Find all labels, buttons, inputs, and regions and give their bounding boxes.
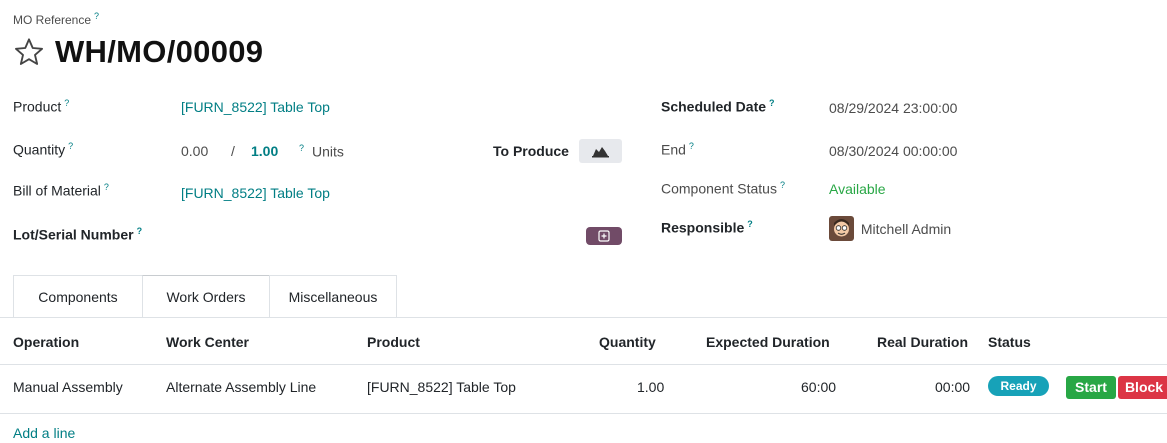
scheduled-date-field[interactable]: 08/29/2024 23:00:00 [829, 100, 957, 116]
product-field[interactable]: [FURN_8522] Table Top [181, 99, 330, 115]
component-status-value: Available [829, 181, 886, 197]
bom-field[interactable]: [FURN_8522] Table Top [181, 185, 330, 201]
column-operation[interactable]: Operation [13, 334, 79, 350]
help-icon[interactable]: ? [747, 219, 753, 229]
responsible-label: Responsible? [661, 219, 753, 236]
mo-reference-label: MO Reference? [13, 11, 100, 27]
cell-product[interactable]: [FURN_8522] Table Top [367, 379, 516, 395]
help-icon[interactable]: ? [780, 180, 785, 190]
product-label: Product? [13, 98, 70, 115]
start-button[interactable]: Start [1066, 376, 1116, 399]
quantity-total[interactable]: 1.00 [251, 143, 278, 159]
quantity-done[interactable]: 0.00 [181, 143, 208, 159]
tab-miscellaneous[interactable]: Miscellaneous [269, 275, 397, 317]
page-title: WH/MO/00009 [55, 34, 264, 69]
star-icon[interactable] [13, 36, 45, 68]
tab-work-orders[interactable]: Work Orders [142, 275, 270, 317]
plus-square-icon [598, 230, 610, 242]
cell-real-duration[interactable]: 00:00 [935, 379, 970, 395]
column-expected-duration[interactable]: Expected Duration [706, 334, 830, 350]
cell-operation[interactable]: Manual Assembly [13, 379, 123, 395]
responsible-field[interactable]: Mitchell Admin [829, 216, 951, 241]
area-chart-icon [592, 147, 609, 158]
quantity-separator: / [231, 143, 235, 159]
cell-expected-duration[interactable]: 60:00 [801, 379, 836, 395]
add-lot-button[interactable] [586, 227, 622, 245]
cell-quantity[interactable]: 1.00 [637, 379, 664, 395]
help-icon[interactable]: ? [68, 141, 73, 151]
column-status[interactable]: Status [988, 334, 1031, 350]
block-button[interactable]: Block [1118, 376, 1167, 399]
column-quantity[interactable]: Quantity [599, 334, 656, 350]
end-label: End? [661, 141, 694, 158]
column-product[interactable]: Product [367, 334, 420, 350]
tabs-divider [0, 317, 1167, 318]
component-status-label: Component Status? [661, 180, 785, 197]
help-icon[interactable]: ? [104, 182, 109, 192]
quantity-uom[interactable]: ? Units [299, 143, 344, 160]
add-line-link[interactable]: Add a line [13, 425, 75, 441]
help-icon[interactable]: ? [137, 226, 143, 236]
bom-label: Bill of Material? [13, 182, 109, 199]
end-date-field[interactable]: 08/30/2024 00:00:00 [829, 143, 957, 159]
help-icon[interactable]: ? [769, 98, 775, 108]
help-icon[interactable]: ? [689, 141, 694, 151]
forecast-button[interactable] [579, 139, 622, 163]
lot-label: Lot/Serial Number? [13, 226, 143, 243]
status-badge: Ready [988, 376, 1049, 396]
scheduled-date-label: Scheduled Date? [661, 98, 775, 115]
row-divider [0, 413, 1167, 414]
cell-work-center[interactable]: Alternate Assembly Line [166, 379, 316, 395]
quantity-label: Quantity? [13, 141, 74, 158]
help-icon[interactable]: ? [94, 11, 99, 21]
help-icon[interactable]: ? [299, 143, 304, 153]
column-real-duration[interactable]: Real Duration [877, 334, 968, 350]
help-icon[interactable]: ? [64, 98, 69, 108]
header-divider [0, 364, 1167, 365]
avatar [829, 216, 854, 241]
tab-components[interactable]: Components [13, 275, 143, 317]
column-work-center[interactable]: Work Center [166, 334, 249, 350]
to-produce-label: To Produce [493, 143, 569, 159]
